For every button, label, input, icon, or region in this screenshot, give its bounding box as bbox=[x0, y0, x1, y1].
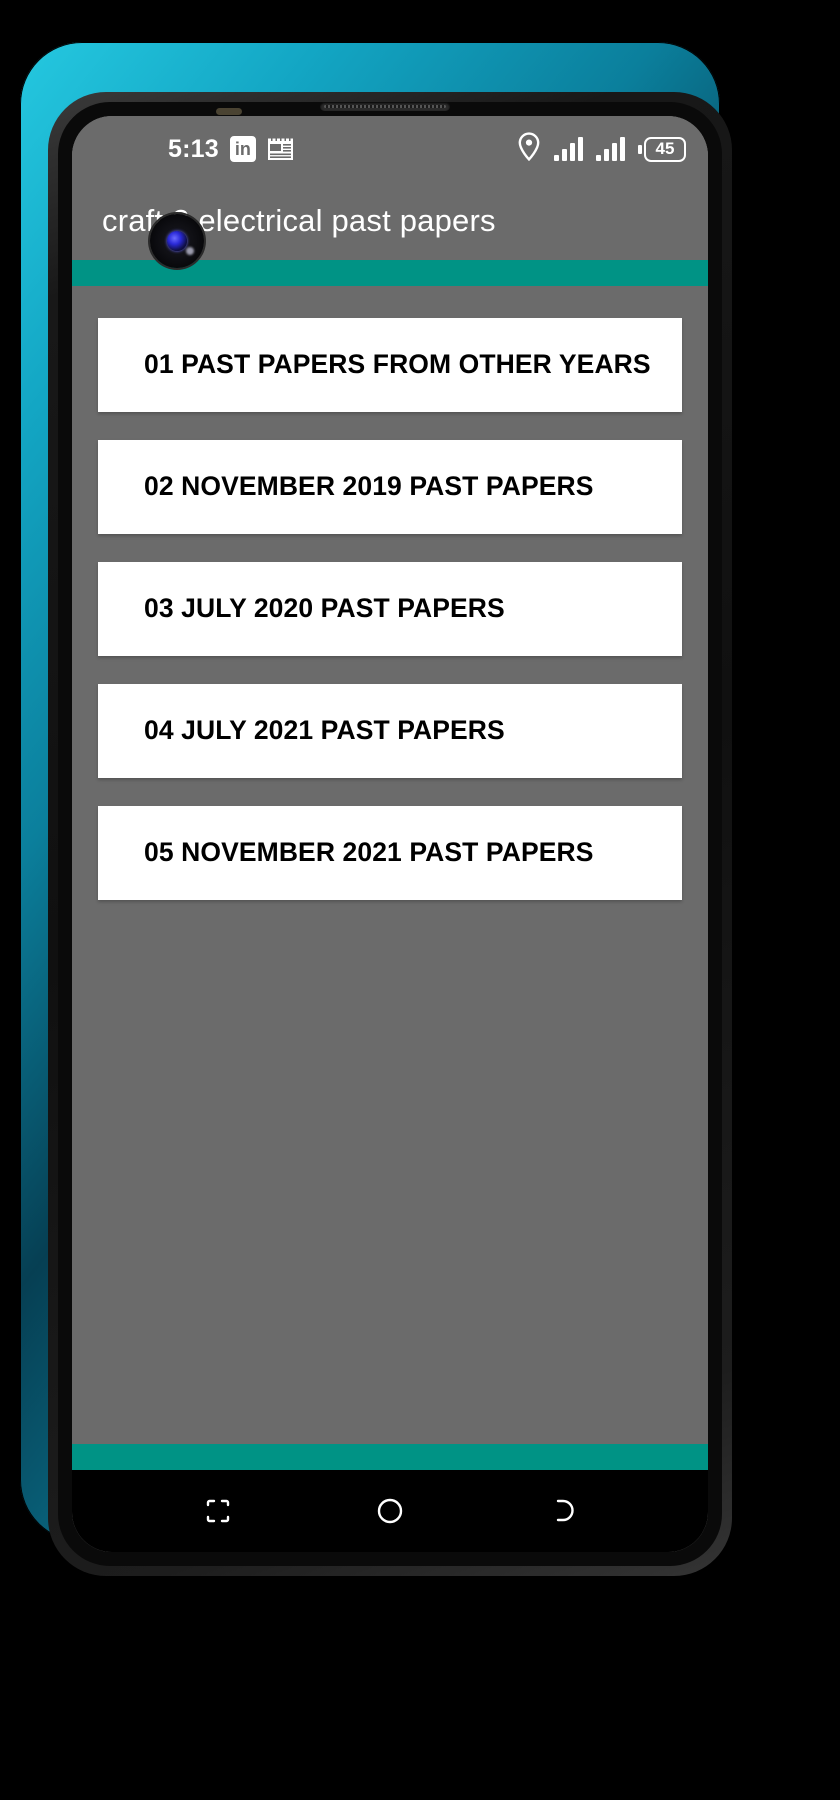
list-item[interactable]: 03 JULY 2020 PAST PAPERS bbox=[98, 562, 682, 656]
list-item-label: 05 NOVEMBER 2021 PAST PAPERS bbox=[144, 837, 594, 868]
accent-bar-bottom bbox=[72, 1444, 708, 1470]
phone-screen: 5:13 in 45 craft 2 electrical past paper… bbox=[72, 116, 708, 1552]
recents-button[interactable] bbox=[196, 1489, 240, 1533]
phone-frame: 5:13 in 45 craft 2 electrical past paper… bbox=[20, 42, 732, 1576]
proximity-sensor bbox=[216, 108, 242, 115]
status-time: 5:13 bbox=[168, 134, 219, 163]
list-item-label: 01 PAST PAPERS FROM OTHER YEARS bbox=[144, 349, 651, 380]
list-item-label: 04 JULY 2021 PAST PAPERS bbox=[144, 715, 505, 746]
status-bar-right: 45 bbox=[517, 132, 686, 166]
front-camera-icon bbox=[150, 214, 204, 268]
signal-icon-sim1 bbox=[554, 137, 583, 161]
list-item[interactable]: 02 NOVEMBER 2019 PAST PAPERS bbox=[98, 440, 682, 534]
system-navigation-bar bbox=[72, 1470, 708, 1552]
list-item-label: 02 NOVEMBER 2019 PAST PAPERS bbox=[144, 471, 594, 502]
battery-nub bbox=[638, 144, 642, 154]
battery-icon: 45 bbox=[638, 136, 686, 162]
news-icon bbox=[267, 137, 294, 162]
signal-icon-sim2 bbox=[596, 137, 625, 161]
location-icon bbox=[517, 132, 541, 166]
screenshot-root: 5:13 in 45 craft 2 electrical past paper… bbox=[0, 0, 840, 1800]
list-item[interactable]: 01 PAST PAPERS FROM OTHER YEARS bbox=[98, 318, 682, 412]
earpiece-speaker-mesh bbox=[324, 105, 446, 108]
status-bar: 5:13 in 45 bbox=[72, 116, 708, 268]
list-item[interactable]: 05 NOVEMBER 2021 PAST PAPERS bbox=[98, 806, 682, 900]
linkedin-icon: in bbox=[229, 136, 256, 162]
list-item[interactable]: 04 JULY 2021 PAST PAPERS bbox=[98, 684, 682, 778]
list-item-label: 03 JULY 2020 PAST PAPERS bbox=[144, 593, 505, 624]
front-camera-glint bbox=[186, 247, 194, 255]
back-button[interactable] bbox=[540, 1489, 584, 1533]
status-bar-left: 5:13 in bbox=[168, 135, 294, 164]
front-camera-lens bbox=[167, 231, 187, 251]
list-container: 01 PAST PAPERS FROM OTHER YEARS 02 NOVEM… bbox=[72, 286, 708, 1444]
home-button[interactable] bbox=[368, 1489, 412, 1533]
battery-level: 45 bbox=[644, 136, 686, 162]
